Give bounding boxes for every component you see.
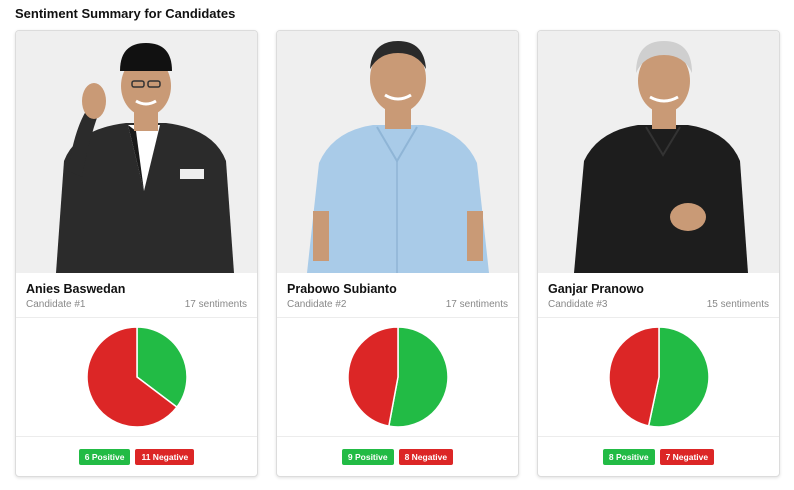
negative-badge: 8 Negative xyxy=(398,448,454,465)
candidate-card: Prabowo Subianto Candidate #2 17 sentime… xyxy=(276,30,519,477)
candidate-photo xyxy=(277,31,518,273)
positive-badge: 9 Positive xyxy=(341,448,394,465)
positive-badge: 8 Positive xyxy=(602,448,655,465)
candidate-name: Anies Baswedan xyxy=(26,282,126,296)
negative-badge: 11 Negative xyxy=(135,448,195,465)
sentiment-badges: 6 Positive 11 Negative xyxy=(16,437,257,476)
sentiment-pie-chart xyxy=(538,318,779,437)
candidate-card: Anies Baswedan Candidate #1 17 sentiment… xyxy=(15,30,258,477)
page-title: Sentiment Summary for Candidates xyxy=(15,6,236,21)
sentiment-badges: 8 Positive 7 Negative xyxy=(538,437,779,476)
negative-slice xyxy=(346,326,399,428)
sentiment-count: 17 sentiments xyxy=(184,299,247,310)
negative-badge: 7 Negative xyxy=(659,448,715,465)
candidate-photo xyxy=(538,31,779,273)
candidate-info: Ganjar Pranowo Candidate #3 15 sentiment… xyxy=(538,273,779,318)
candidate-name: Prabowo Subianto xyxy=(287,282,397,296)
sentiment-count: 15 sentiments xyxy=(706,299,769,310)
candidate-card: Ganjar Pranowo Candidate #3 15 sentiment… xyxy=(537,30,780,477)
sentiment-pie-chart xyxy=(277,318,518,437)
sentiment-badges: 9 Positive 8 Negative xyxy=(277,437,518,476)
candidate-name: Ganjar Pranowo xyxy=(548,282,644,296)
candidate-info: Prabowo Subianto Candidate #2 17 sentime… xyxy=(277,273,518,318)
negative-slice xyxy=(607,326,660,427)
positive-badge: 6 Positive xyxy=(78,448,131,465)
candidate-info: Anies Baswedan Candidate #1 17 sentiment… xyxy=(16,273,257,318)
candidate-cards: Anies Baswedan Candidate #1 17 sentiment… xyxy=(15,30,780,477)
candidate-photo xyxy=(16,31,257,273)
sentiment-count: 17 sentiments xyxy=(445,299,508,310)
sentiment-pie-chart xyxy=(16,318,257,437)
